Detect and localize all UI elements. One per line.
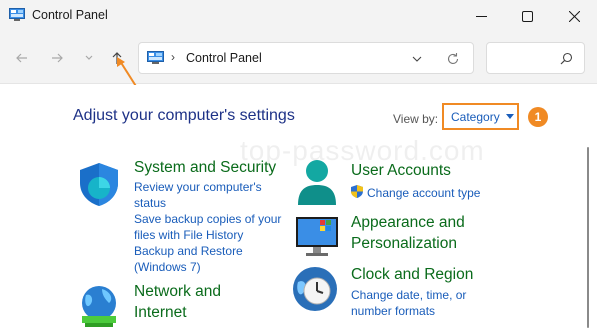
forward-arrow-icon bbox=[52, 53, 63, 63]
link-change-account-type[interactable]: Change account type bbox=[367, 185, 480, 201]
link-change-date-formats[interactable]: Change date, time, or bbox=[351, 287, 466, 303]
main-content: top-password.com Adjust your computer's … bbox=[0, 85, 597, 328]
link-review-status-cont[interactable]: status bbox=[134, 195, 166, 211]
category-title-appearance-line1[interactable]: Appearance and bbox=[351, 213, 465, 233]
appearance-monitor-icon[interactable] bbox=[294, 213, 340, 259]
control-panel-icon bbox=[147, 51, 164, 64]
address-dropdown-icon[interactable] bbox=[412, 54, 422, 64]
view-by-dropdown[interactable]: Category bbox=[442, 103, 519, 130]
title-bar: Control Panel bbox=[0, 0, 597, 32]
refresh-icon[interactable] bbox=[446, 52, 460, 66]
clock-globe-icon[interactable] bbox=[292, 266, 338, 312]
close-button[interactable] bbox=[551, 0, 597, 32]
page-heading: Adjust your computer's settings bbox=[73, 107, 295, 124]
callout-badge-1: 1 bbox=[528, 107, 548, 127]
network-globe-icon[interactable] bbox=[76, 283, 122, 328]
window-title: Control Panel bbox=[32, 8, 108, 22]
category-title-appearance-line2[interactable]: Personalization bbox=[351, 234, 457, 254]
search-input[interactable] bbox=[493, 49, 557, 67]
view-by-value: Category bbox=[451, 109, 500, 124]
category-title-user-accounts[interactable]: User Accounts bbox=[351, 161, 451, 181]
uac-shield-icon bbox=[351, 185, 363, 198]
scrollbar-thumb[interactable] bbox=[587, 147, 589, 328]
category-title-clock-region[interactable]: Clock and Region bbox=[351, 265, 473, 285]
back-arrow-icon bbox=[16, 53, 27, 63]
search-box[interactable] bbox=[486, 42, 585, 74]
shield-icon[interactable] bbox=[76, 161, 122, 207]
category-title-network-line2[interactable]: Internet bbox=[134, 303, 187, 323]
breadcrumb-separator: › bbox=[171, 50, 175, 64]
link-backup-restore[interactable]: Backup and Restore bbox=[134, 243, 243, 259]
breadcrumb-control-panel[interactable]: Control Panel bbox=[186, 51, 262, 65]
link-change-date-formats-cont[interactable]: number formats bbox=[351, 303, 435, 319]
minimize-button[interactable] bbox=[458, 0, 504, 32]
chevron-down-icon bbox=[85, 55, 93, 60]
category-title-network-line1[interactable]: Network and bbox=[134, 282, 221, 302]
close-icon bbox=[568, 10, 580, 22]
category-title-system-security[interactable]: System and Security bbox=[134, 158, 276, 178]
navigation-bar: › Control Panel bbox=[0, 32, 597, 84]
link-file-history[interactable]: Save backup copies of your bbox=[134, 211, 281, 227]
view-by-label: View by: bbox=[393, 112, 439, 126]
control-panel-icon bbox=[9, 8, 25, 21]
back-button[interactable] bbox=[13, 49, 31, 67]
maximize-button[interactable] bbox=[504, 0, 550, 32]
recent-locations-button[interactable] bbox=[80, 49, 98, 67]
address-bar[interactable]: › Control Panel bbox=[138, 42, 474, 74]
dropdown-triangle-icon bbox=[505, 113, 514, 119]
search-icon[interactable] bbox=[560, 52, 573, 65]
link-review-status[interactable]: Review your computer's bbox=[134, 179, 262, 195]
user-accounts-icon[interactable] bbox=[294, 159, 340, 205]
forward-button[interactable] bbox=[48, 49, 66, 67]
maximize-icon bbox=[521, 10, 533, 22]
minimize-icon bbox=[475, 15, 487, 17]
link-file-history-cont[interactable]: files with File History bbox=[134, 227, 243, 243]
link-backup-restore-cont[interactable]: (Windows 7) bbox=[134, 259, 201, 275]
